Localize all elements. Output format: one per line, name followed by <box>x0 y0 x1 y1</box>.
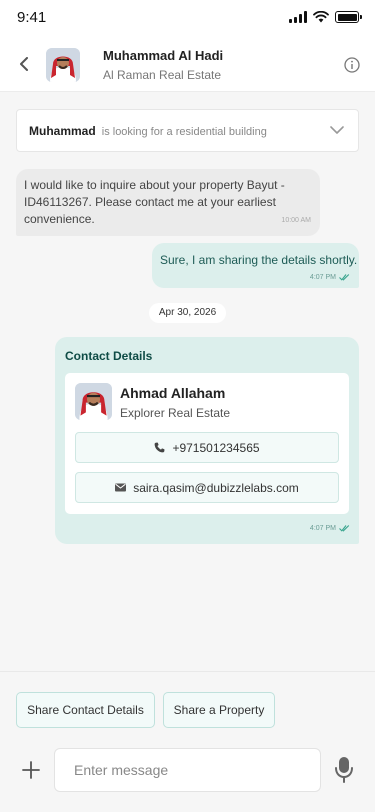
status-time: 9:41 <box>17 9 47 26</box>
contact-card-time: 4:07 PM <box>309 524 336 532</box>
microphone-button[interactable] <box>333 756 355 784</box>
battery-icon <box>335 11 362 23</box>
envelope-icon <box>115 483 127 492</box>
contact-card-title: Contact Details <box>65 349 153 363</box>
chevron-left-icon <box>20 57 28 71</box>
contact-card-message: Contact Details Ahmad Allaham Explorer R… <box>55 337 359 544</box>
share-property-button[interactable]: Share a Property <box>163 692 275 728</box>
email-button[interactable]: saira.qasim@dubizzlelabs.com <box>75 472 339 503</box>
contact-card-name: Ahmad Allaham <box>120 385 226 401</box>
chat-header: Muhammad Al Hadi Al Raman Real Estate <box>0 36 375 92</box>
info-button[interactable] <box>344 57 360 73</box>
back-button[interactable] <box>14 54 34 74</box>
inquiry-text: is looking for a residential building <box>101 126 267 138</box>
double-check-icon <box>339 274 350 281</box>
plus-icon <box>22 761 40 779</box>
signal-icon <box>289 11 307 23</box>
footer-divider <box>0 671 375 672</box>
date-separator: Apr 30, 2026 <box>149 303 226 323</box>
contact-card-phone: +971501234565 <box>172 440 260 455</box>
status-icons <box>289 11 362 23</box>
contact-card-meta: 4:07 PM <box>310 524 350 532</box>
outgoing-message-text: Sure, I am sharing the details shortly. <box>160 253 358 267</box>
incoming-message: I would like to inquire about your prope… <box>16 169 320 236</box>
add-attachment-button[interactable] <box>20 759 42 781</box>
incoming-message-time: 10:00 AM <box>281 217 311 224</box>
outgoing-message: Sure, I am sharing the details shortly. … <box>152 243 359 288</box>
contact-name: Muhammad Al Hadi <box>103 48 224 63</box>
double-check-icon <box>339 525 350 532</box>
outgoing-message-meta: 4:07 PM <box>310 273 350 281</box>
status-bar: 9:41 <box>0 0 375 36</box>
inquiry-banner[interactable]: Muhammad is looking for a residential bu… <box>16 109 359 152</box>
phone-icon <box>155 442 165 453</box>
message-input[interactable] <box>54 748 321 792</box>
avatar[interactable] <box>46 48 80 82</box>
inquiry-name: Muhammad <box>29 124 96 138</box>
contact-company: Al Raman Real Estate <box>103 68 222 82</box>
incoming-message-text: I would like to inquire about your prope… <box>24 178 285 226</box>
inquiry-text-wrapper: Muhammad is looking for a residential bu… <box>29 124 267 138</box>
info-icon <box>344 57 360 73</box>
contact-card-avatar <box>75 383 112 420</box>
contact-card-company: Explorer Real Estate <box>120 406 231 420</box>
chevron-down-icon[interactable] <box>330 125 344 135</box>
microphone-icon <box>335 757 353 783</box>
outgoing-message-time: 4:07 PM <box>309 273 336 281</box>
wifi-icon <box>313 11 329 23</box>
call-button[interactable]: +971501234565 <box>75 432 339 463</box>
contact-card-email: saira.qasim@dubizzlelabs.com <box>133 480 299 495</box>
contact-card: Ahmad Allaham Explorer Real Estate +9715… <box>65 373 349 514</box>
share-contact-details-button[interactable]: Share Contact Details <box>16 692 155 728</box>
